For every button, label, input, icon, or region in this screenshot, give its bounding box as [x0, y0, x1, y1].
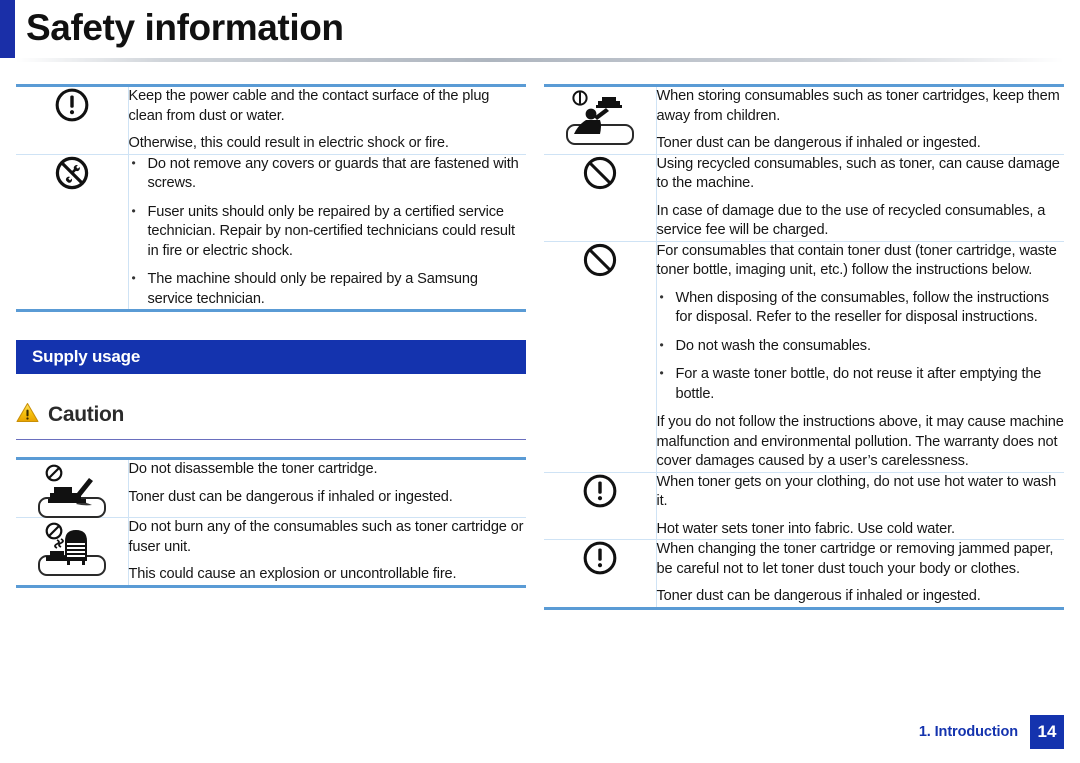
row-paragraph: When changing the toner cartridge or rem… — [656, 541, 1054, 577]
row-icon-cell — [544, 153, 657, 241]
caution-heading: Caution — [16, 402, 526, 440]
no-disassemble-toner-cartridge-icon — [37, 464, 106, 518]
table-row: Do not disassemble the toner cartridge. … — [16, 458, 526, 518]
row-icon-cell — [544, 471, 657, 540]
exclamation-in-circle-icon — [582, 540, 618, 581]
row-paragraph: Toner dust can be dangerous if inhaled o… — [656, 588, 981, 604]
right-safety-table: When storing consumables such as toner c… — [544, 84, 1064, 610]
row-paragraph: When toner gets on your clothing, do not… — [656, 473, 1057, 510]
row-paragraph: In case of damage due to the use of recy… — [656, 202, 1046, 239]
page-header: Safety information — [0, 0, 1080, 62]
header-divider — [16, 58, 1064, 62]
no-burning-consumables-icon — [37, 522, 106, 576]
left-top-safety-table: Keep the power cable and the contact sur… — [16, 84, 526, 312]
list-item: The machine should only be repaired by a… — [129, 269, 527, 309]
exclamation-in-circle-icon — [54, 87, 90, 128]
list-item: For a waste toner bottle, do not reuse i… — [657, 364, 1065, 404]
row-paragraph: Otherwise, this could result in electric… — [128, 135, 449, 151]
table-row: When storing consumables such as toner c… — [544, 85, 1064, 155]
table-row: Do not remove any covers or guards that … — [16, 154, 526, 311]
row-body-cell: When toner gets on your clothing, do not… — [656, 471, 1064, 540]
row-paragraph: Do not disassemble the toner cartridge. — [128, 461, 378, 477]
row-body-cell: When storing consumables such as toner c… — [656, 86, 1064, 155]
list-item: Fuser units should only be repaired by a… — [129, 202, 527, 262]
list-item: When disposing of the consumables, follo… — [657, 288, 1065, 328]
row-paragraph: Toner dust can be dangerous if inhaled o… — [656, 135, 981, 151]
left-column: Keep the power cable and the contact sur… — [16, 84, 526, 588]
row-body-cell: Do not remove any covers or guards that … — [128, 154, 526, 311]
row-icon-cell — [16, 85, 129, 154]
row-icon-cell — [544, 85, 657, 154]
header-accent-bar — [0, 0, 15, 58]
row-body-cell: Do not disassemble the toner cartridge. … — [128, 459, 526, 518]
page-title: Safety information — [26, 7, 344, 48]
page-footer: 1. Introduction 14 — [919, 715, 1064, 749]
row-paragraph: Toner dust can be dangerous if inhaled o… — [128, 488, 453, 505]
row-paragraph: When storing consumables such as toner c… — [656, 88, 1060, 124]
caution-label: Caution — [48, 403, 125, 426]
row-body-cell: When changing the toner cartridge or rem… — [656, 539, 1064, 608]
list-item: Do not wash the consumables. — [657, 336, 1065, 357]
table-row: Using recycled consumables, such as tone… — [544, 153, 1064, 241]
row-body-cell: Do not burn any of the consumables such … — [128, 517, 526, 586]
row-body-cell: For consumables that contain toner dust … — [656, 240, 1065, 472]
no-disassembly-tools-icon — [54, 155, 90, 196]
table-row: When toner gets on your clothing, do not… — [544, 471, 1064, 540]
row-paragraph: This could cause an explosion or uncontr… — [128, 566, 457, 582]
table-row: Do not burn any of the consumables such … — [16, 517, 526, 586]
footer-chapter-label: 1. Introduction — [918, 724, 1018, 740]
right-column: When storing consumables such as toner c… — [544, 84, 1064, 610]
prohibition-circle-icon — [582, 155, 618, 196]
table-row: For consumables that contain toner dust … — [544, 240, 1065, 472]
row-paragraph: Using recycled consumables, such as tone… — [656, 155, 1060, 192]
bullet-list: Do not remove any covers or guards that … — [129, 154, 527, 310]
row-body-cell: Using recycled consumables, such as tone… — [656, 153, 1064, 241]
row-icon-cell — [16, 153, 129, 311]
keep-away-from-children-icon — [565, 90, 634, 145]
prohibition-circle-icon — [582, 242, 618, 283]
row-paragraph: Hot water sets toner into fabric. Use co… — [656, 520, 956, 537]
document-page: Safety information Keep the power cable … — [0, 0, 1080, 763]
footer-page-number: 14 — [1030, 715, 1064, 749]
row-paragraph: For consumables that contain toner dust … — [656, 242, 1057, 279]
section-heading-supply-usage: Supply usage — [16, 340, 526, 374]
list-item: Do not remove any covers or guards that … — [129, 154, 527, 194]
row-icon-cell — [16, 517, 129, 586]
row-icon-cell — [544, 539, 657, 608]
row-paragraph: If you do not follow the instructions ab… — [656, 414, 1064, 469]
row-body-cell: Keep the power cable and the contact sur… — [128, 86, 526, 155]
table-row: When changing the toner cartridge or rem… — [544, 539, 1064, 608]
exclamation-in-circle-icon — [582, 473, 618, 514]
row-paragraph: Do not burn any of the consumables such … — [128, 519, 524, 555]
row-icon-cell — [544, 240, 657, 472]
table-row: Keep the power cable and the contact sur… — [16, 85, 526, 155]
row-paragraph: Keep the power cable and the contact sur… — [128, 88, 490, 124]
row-icon-cell — [16, 458, 129, 518]
bullet-list: When disposing of the consumables, follo… — [657, 288, 1065, 405]
warning-triangle-icon — [16, 402, 39, 428]
left-caution-table: Do not disassemble the toner cartridge. … — [16, 457, 526, 588]
